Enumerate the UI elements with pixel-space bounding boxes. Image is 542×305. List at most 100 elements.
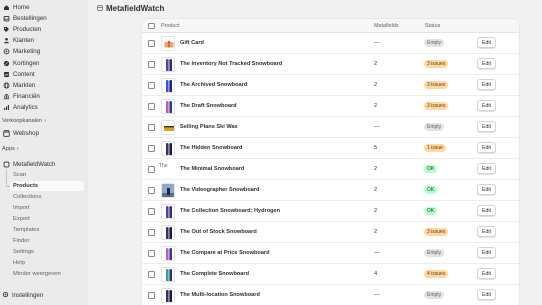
sidebar-item-label: MetafieldWatch [13,160,56,168]
edit-button[interactable]: Edit [477,184,496,195]
product-thumbnail [161,183,175,198]
sidebar-item-analytics[interactable]: Analytics [2,102,84,112]
edit-button[interactable]: Edit [477,247,496,258]
app-subitem-scan[interactable]: Scan [10,170,84,180]
app-subitem-settings[interactable]: Settings [10,247,84,257]
row-checkbox[interactable] [148,208,155,215]
metafield-count: 5 [374,145,378,151]
header-product: Product [161,23,180,29]
product-name[interactable]: The Inventory Not Tracked Snowboard [180,61,282,67]
select-all-checkbox[interactable] [148,22,155,29]
sales-channels-text: Verkoopkanalen [2,118,43,124]
product-name[interactable]: The Videographer Snowboard [180,187,259,193]
row-checkbox[interactable] [148,61,155,68]
home-icon [3,4,10,11]
table-row[interactable]: The Compare at Price Snowboard — Empty Edit [142,243,519,264]
sidebar-item-kortingen[interactable]: Kortingen [2,58,84,68]
table-row[interactable]: Gift Card — Empty Edit [142,33,519,54]
app-subitem-collections[interactable]: Collections [10,192,84,202]
table-row[interactable]: The Out of Stock Snowboard 2 3 issues Edit [142,222,519,243]
app-subitem-import[interactable]: Import [10,203,84,213]
row-checkbox[interactable] [148,187,155,194]
product-thumbnail [161,225,175,240]
edit-button[interactable]: Edit [477,58,496,69]
product-name[interactable]: The Collection Snowboard: Hydrogen [180,208,280,214]
table-row[interactable]: The Complete Snowboard 4 4 issues Edit [142,264,519,285]
sidebar-item-label: Financiën [13,92,40,100]
product-thumbnail [161,288,175,303]
app-subitem-export[interactable]: Export [10,214,84,224]
table-row[interactable]: The Archived Snowboard 2 3 issues Edit [142,75,519,96]
edit-button[interactable]: Edit [477,79,496,90]
products-table: Product Metafields Status Gift Card — Empt… [142,19,519,305]
edit-button[interactable]: Edit [477,205,496,216]
product-name[interactable]: The Hidden Snowboard [180,145,242,151]
table-row[interactable]: The Draft Snowboard 2 3 issues Edit [142,96,519,117]
sidebar-item-content[interactable]: Content [2,69,84,79]
edit-button[interactable]: Edit [477,268,496,279]
edit-button[interactable]: Edit [477,226,496,237]
edit-button[interactable]: Edit [477,289,496,300]
row-checkbox[interactable] [148,103,155,110]
product-name[interactable]: Gift Card [180,40,204,46]
row-checkbox[interactable] [148,271,155,278]
edit-button[interactable]: Edit [477,142,496,153]
sidebar-item-bestellingen[interactable]: Bestellingen [2,13,84,23]
sidebar-item-label: Markten [13,81,36,89]
edit-button[interactable]: Edit [477,121,496,132]
apps-label[interactable]: Apps › [2,146,19,152]
edit-button[interactable]: Edit [477,100,496,111]
app-subitem-products[interactable]: Products [10,181,84,191]
table-row[interactable]: The Hidden Snowboard 5 1 issue Edit [142,138,519,159]
product-name[interactable]: The Draft Snowboard [180,103,237,109]
row-checkbox[interactable] [148,40,155,47]
sidebar-item-webshop[interactable]: Webshop [2,128,84,138]
sidebar-item-klanten[interactable]: Klanten [2,35,84,45]
sidebar-item-financi-n[interactable]: Financiën [2,91,84,101]
row-checkbox[interactable] [148,166,155,173]
header-status: Status [425,23,441,29]
product-name[interactable]: The Archived Snowboard [180,82,247,88]
inbox-icon [3,15,10,22]
sales-channels-label[interactable]: Verkoopkanalen › [2,118,46,124]
table-row[interactable]: The Videographer Snowboard 2 OK Edit [142,180,519,201]
metafield-count: 2 [374,82,378,88]
product-thumbnail [161,36,175,51]
app-subitem-help[interactable]: Help [10,258,84,268]
sidebar-item-settings[interactable]: Instellingen [2,291,43,300]
table-row[interactable]: The The Minimal Snowboard 2 OK Edit [142,159,519,180]
row-checkbox[interactable] [148,229,155,236]
status-badge: Empty [424,249,445,257]
status-badge: Empty [424,123,445,131]
row-checkbox[interactable] [148,145,155,152]
product-name[interactable]: Selling Plans Ski Wax [180,124,238,130]
row-checkbox[interactable] [148,292,155,299]
table-row[interactable]: The Inventory Not Tracked Snowboard 2 3 is… [142,54,519,75]
edit-button[interactable]: Edit [477,37,496,48]
product-name[interactable]: The Out of Stock Snowboard [180,229,257,235]
status-badge: 3 issues [424,102,449,110]
status-badge: 3 issues [424,228,449,236]
sidebar-item-label: Webshop [13,129,40,137]
product-name[interactable]: The Complete Snowboard [180,271,249,277]
product-name[interactable]: The Multi-location Snowboard [180,292,260,298]
product-name[interactable]: The Minimal Snowboard [180,166,244,172]
row-checkbox[interactable] [148,124,155,131]
table-row[interactable]: The Collection Snowboard: Hydrogen 2 OK Edi… [142,201,519,222]
sidebar-item-home[interactable]: Home [2,2,84,12]
table-row[interactable]: The Multi-location Snowboard — Empty Edit [142,285,519,305]
row-checkbox[interactable] [148,82,155,89]
sidebar-item-producten[interactable]: Producten [2,24,84,34]
edit-button[interactable]: Edit [477,163,496,174]
app-subitem-finder[interactable]: Finder [10,236,84,246]
row-checkbox[interactable] [148,250,155,257]
product-name[interactable]: The Compare at Price Snowboard [180,250,270,256]
sidebar-item-label: Marketing [13,47,41,55]
app-subitem-minder-weergeven[interactable]: Minder weergeven [10,269,84,279]
status-badge: OK [424,186,438,194]
table-row[interactable]: Selling Plans Ski Wax — Empty Edit [142,117,519,138]
app-subitem-templates[interactable]: Templates [10,225,84,235]
sidebar-item-markten[interactable]: Markten [2,80,84,90]
sidebar-item-marketing[interactable]: Marketing [2,46,84,56]
sidebar-item-metafieldwatch[interactable]: MetafieldWatch [2,159,84,169]
